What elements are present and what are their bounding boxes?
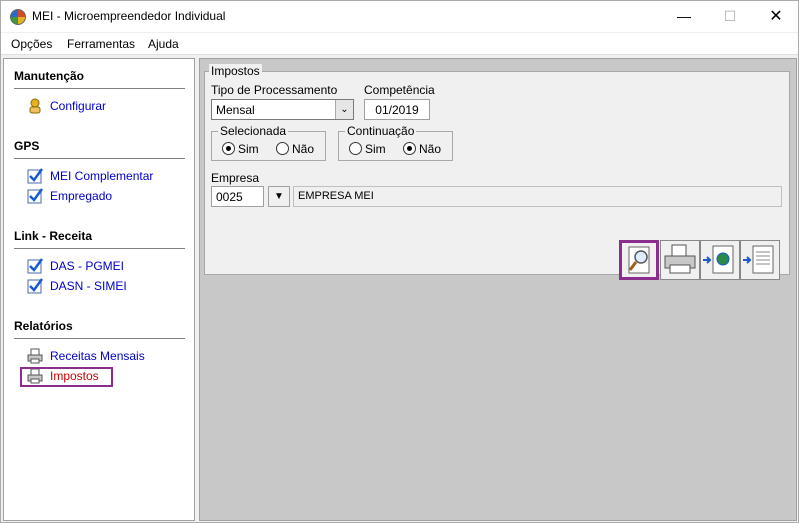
- section-title-relatorios: Relatórios: [14, 319, 73, 333]
- competencia-input[interactable]: 01/2019: [364, 99, 430, 120]
- menu-opcoes[interactable]: Opções: [11, 37, 52, 51]
- continuacao-group: Continuação Sim Não: [338, 124, 453, 161]
- empresa-code-input[interactable]: 0025: [211, 186, 264, 207]
- menu-ajuda[interactable]: Ajuda: [148, 37, 179, 51]
- main-panel: Impostos Tipo de Processamento Mensal ⌄ …: [199, 58, 797, 521]
- checklist-icon: [27, 188, 44, 204]
- window-title: MEI - Microempreendedor Individual: [32, 9, 226, 23]
- export-document-icon: [743, 245, 774, 274]
- tipo-processamento-label: Tipo de Processamento: [211, 83, 338, 97]
- selecionada-sim-label: Sim: [238, 142, 259, 156]
- selecionada-label: Selecionada: [218, 124, 289, 138]
- menu-ferramentas[interactable]: Ferramentas: [67, 37, 135, 51]
- divider: [14, 248, 185, 249]
- sidebar-item-receitas-mensais[interactable]: Receitas Mensais: [50, 349, 145, 363]
- export-web-icon: [703, 245, 734, 274]
- print-button[interactable]: [660, 240, 700, 280]
- app-window: MEI - Microempreendedor Individual — ☐ ✕…: [0, 0, 799, 523]
- sidebar-item-das-pgmei[interactable]: DAS - PGMEI: [50, 259, 124, 273]
- title-bar: MEI - Microempreendedor Individual — ☐ ✕: [1, 1, 798, 32]
- checklist-icon: [27, 278, 44, 294]
- competencia-label: Competência: [364, 83, 435, 97]
- continuacao-nao-label: Não: [419, 142, 442, 156]
- sidebar-item-empregado[interactable]: Empregado: [50, 189, 112, 203]
- menu-bar: Opções Ferramentas Ajuda: [1, 33, 798, 55]
- groupbox-title: Impostos: [209, 64, 262, 78]
- divider: [14, 88, 185, 89]
- continuacao-sim-label: Sim: [365, 142, 386, 156]
- selecionada-group: Selecionada Sim Não: [211, 124, 326, 161]
- continuacao-sim-radio[interactable]: [349, 142, 362, 155]
- divider: [14, 338, 185, 339]
- empresa-name-field: EMPRESA MEI: [293, 186, 782, 207]
- empresa-dropdown-button[interactable]: ▼: [268, 186, 290, 207]
- sidebar-item-dasn-simei[interactable]: DASN - SIMEI: [50, 279, 127, 293]
- divider: [14, 158, 185, 159]
- gear-hand-icon: [29, 98, 41, 114]
- sidebar: Manutenção Configurar GPS MEI Complement…: [3, 58, 195, 521]
- selecionada-nao-radio[interactable]: [276, 142, 289, 155]
- tipo-processamento-select[interactable]: Mensal ⌄: [211, 99, 354, 120]
- continuacao-nao-radio[interactable]: [403, 142, 416, 155]
- impostos-groupbox: Impostos Tipo de Processamento Mensal ⌄ …: [204, 64, 790, 280]
- checklist-icon: [27, 258, 44, 274]
- printer-icon: [27, 348, 43, 364]
- selection-highlight: [20, 367, 113, 387]
- chevron-down-icon[interactable]: ⌄: [335, 100, 353, 119]
- close-button[interactable]: ✕: [753, 1, 799, 32]
- section-title-link-receita: Link - Receita: [14, 229, 93, 243]
- selecionada-nao-label: Não: [292, 142, 315, 156]
- section-title-manutencao: Manutenção: [14, 69, 85, 83]
- printer-icon: [664, 244, 696, 274]
- sidebar-item-mei-complementar[interactable]: MEI Complementar: [50, 169, 153, 183]
- checklist-icon: [27, 168, 44, 184]
- selecionada-sim-radio[interactable]: [222, 142, 235, 155]
- export-document-button[interactable]: [740, 240, 780, 280]
- export-web-button[interactable]: [700, 240, 740, 280]
- preview-icon: [628, 246, 650, 274]
- empresa-label: Empresa: [211, 171, 260, 185]
- section-title-gps: GPS: [14, 139, 40, 153]
- maximize-button[interactable]: ☐: [707, 1, 753, 32]
- tipo-processamento-value: Mensal: [216, 103, 255, 117]
- minimize-button[interactable]: —: [661, 1, 707, 32]
- continuacao-label: Continuação: [345, 124, 417, 138]
- sidebar-item-configurar[interactable]: Configurar: [50, 99, 106, 113]
- preview-button[interactable]: [619, 240, 659, 280]
- app-logo-icon: [10, 9, 26, 25]
